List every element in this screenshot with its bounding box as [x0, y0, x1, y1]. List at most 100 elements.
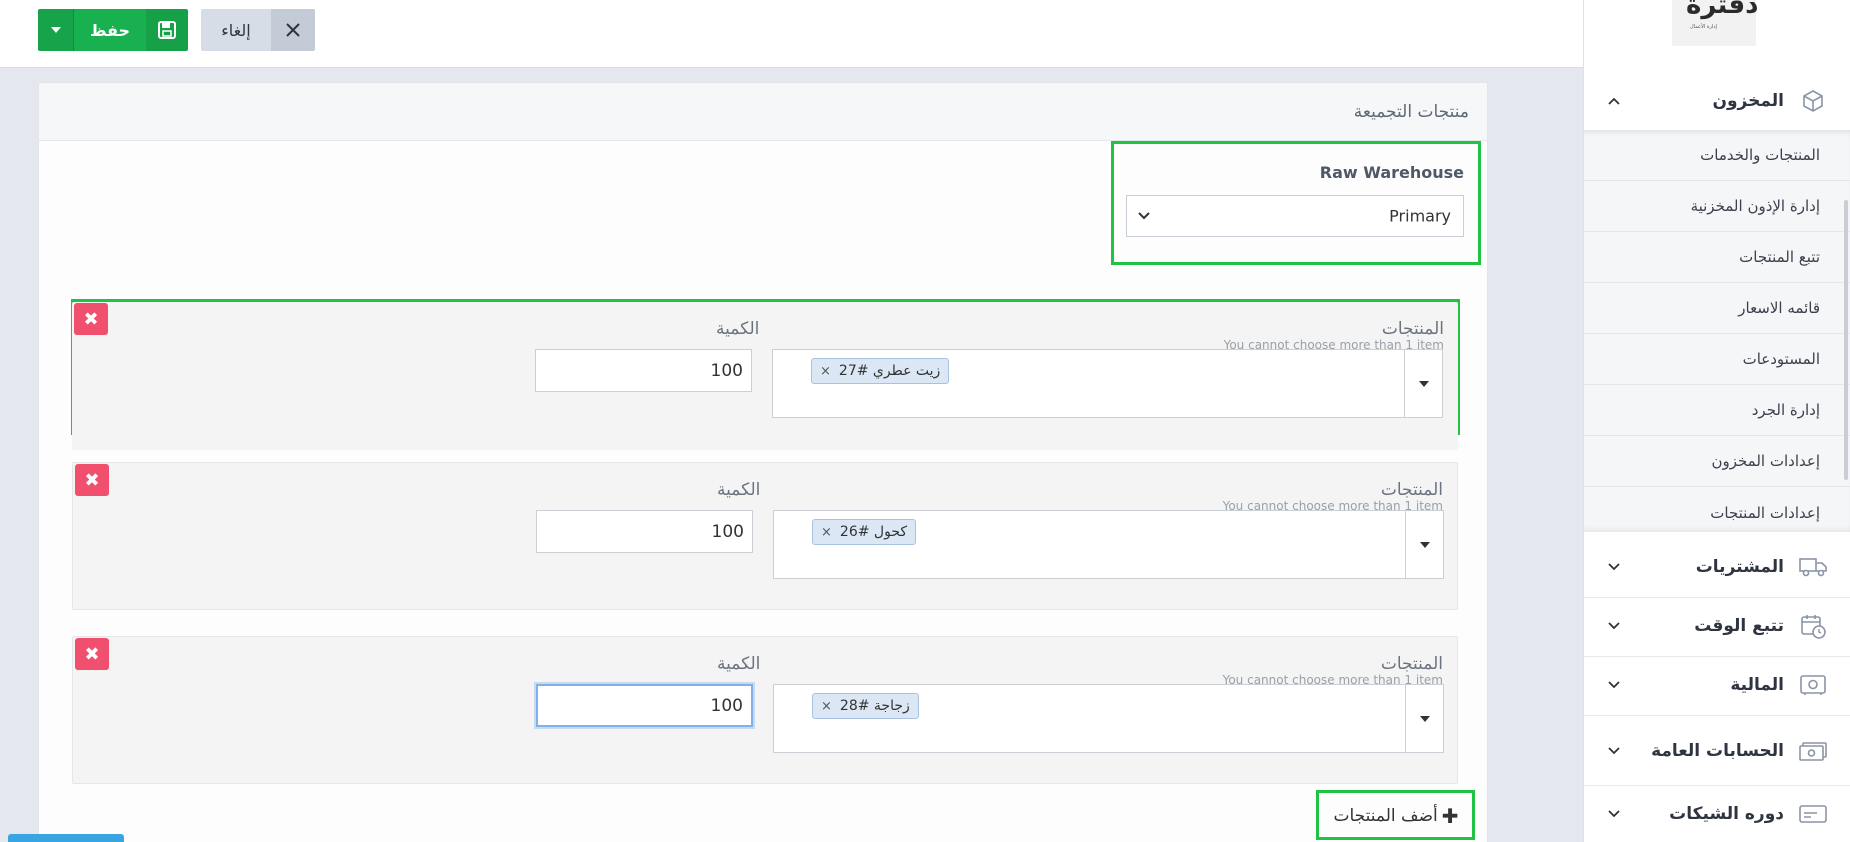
product-select[interactable]: كحول #26 ×	[773, 510, 1444, 579]
sidebar-scrollbar[interactable]	[1844, 200, 1848, 480]
remove-row-button[interactable]: ✖	[75, 464, 109, 496]
remove-row-button[interactable]: ✖	[75, 638, 109, 670]
close-icon: ✖	[83, 308, 99, 330]
cancel-icon-button[interactable]	[271, 9, 315, 51]
save-options-dropdown[interactable]	[38, 9, 74, 51]
save-icon-button[interactable]	[146, 9, 188, 51]
products-label: المنتجات	[1380, 654, 1443, 674]
card-header: منتجات التجميعة	[39, 83, 1487, 141]
sidebar-subitem[interactable]: قائمه الاسعار	[1584, 283, 1850, 334]
product-select-toggle[interactable]	[1405, 511, 1443, 578]
sidebar-subitem[interactable]: إعدادات المنتجات	[1584, 487, 1850, 538]
warehouse-select[interactable]: Primary	[1126, 195, 1464, 237]
chevron-down-icon	[1137, 209, 1151, 223]
money-icon	[1798, 736, 1828, 766]
caret-down-icon	[1419, 715, 1430, 722]
chevron-down-icon	[1607, 560, 1621, 574]
sidebar-item-inventory[interactable]: المخزون	[1584, 72, 1850, 130]
product-select-toggle[interactable]	[1405, 685, 1443, 752]
remove-chip-icon[interactable]: ×	[820, 364, 831, 379]
chevron-down-icon	[1607, 619, 1621, 633]
bottom-tab[interactable]	[8, 834, 124, 842]
remove-chip-icon[interactable]: ×	[821, 699, 832, 714]
cancel-button[interactable]: إلغاء	[201, 9, 271, 51]
cancel-button-group: إلغاء	[201, 9, 315, 51]
logo-tagline: إدارة الأعمال	[1690, 24, 1717, 30]
sidebar-subitem-label: قائمه الاسعار	[1738, 299, 1820, 317]
logo: دفترة إدارة الأعمال	[1672, 0, 1759, 46]
product-select[interactable]: زيت عطري #27 ×	[772, 349, 1443, 418]
sidebar-item-label: الحسابات العامة	[1651, 741, 1784, 761]
chevron-up-icon	[1607, 94, 1621, 108]
qty-label: الكمية	[717, 480, 761, 500]
close-icon: ✖	[84, 643, 100, 665]
remove-chip-icon[interactable]: ×	[821, 525, 832, 540]
sidebar-subitem-label: إعدادات المنتجات	[1710, 503, 1820, 522]
warehouse-label: Raw Warehouse	[1319, 163, 1464, 182]
sidebar-item-label: المخزون	[1712, 91, 1784, 111]
products-label: المنتجات	[1380, 480, 1443, 500]
logo-text: دفترة	[1686, 0, 1759, 20]
sidebar-item-label: المشتريات	[1695, 557, 1784, 577]
sidebar-subitem[interactable]: تتبع المنتجات	[1584, 232, 1850, 283]
plus-icon: ✚	[1441, 804, 1459, 828]
product-select[interactable]: زجاجة #28 ×	[773, 684, 1444, 753]
inventory-submenu: المنتجات والخدمات إدارة الإذون المخزنية …	[1584, 130, 1850, 532]
sidebar-item-label: دوره الشيكات	[1669, 804, 1784, 824]
qty-input[interactable]	[535, 349, 752, 392]
sidebar-item-purchases[interactable]: المشتريات	[1584, 538, 1850, 596]
selected-product-chip: كحول #26 ×	[812, 519, 917, 545]
chevron-down-icon	[1607, 744, 1621, 758]
sidebar-item-label: المالية	[1730, 675, 1784, 695]
sidebar-subitem-label: إعدادات المخزون	[1711, 452, 1820, 470]
sidebar-subitem-label: إدارة الإذون المخزنية	[1690, 197, 1820, 215]
remove-row-button[interactable]: ✖	[74, 303, 108, 335]
card-title: منتجات التجميعة	[1353, 101, 1469, 122]
sidebar-subitem[interactable]: المنتجات والخدمات	[1584, 130, 1850, 181]
sidebar-subitem[interactable]: إعدادات المخزون	[1584, 436, 1850, 487]
caret-down-icon	[1418, 380, 1429, 387]
product-row: ✖ المنتجات You cannot choose more than 1…	[72, 636, 1458, 784]
sidebar-item-general-accounts[interactable]: الحسابات العامة	[1584, 722, 1850, 780]
save-button[interactable]: حفظ	[74, 9, 146, 51]
chip-label: كحول #26	[839, 524, 908, 540]
qty-input[interactable]	[536, 510, 753, 553]
sidebar-item-time-tracking[interactable]: تتبع الوقت	[1584, 597, 1850, 655]
save-button-group: حفظ	[38, 9, 188, 51]
qty-input[interactable]	[536, 684, 753, 727]
sidebar-subitem-label: المنتجات والخدمات	[1700, 146, 1820, 164]
chip-label: زجاجة #28	[839, 698, 910, 714]
sidebar-subitem-label: تتبع المنتجات	[1739, 248, 1820, 266]
safe-icon	[1798, 670, 1828, 700]
close-icon: ✖	[84, 469, 100, 491]
sidebar-subitem-label: المستودعات	[1742, 350, 1820, 368]
qty-label: الكمية	[717, 654, 761, 674]
check-card-icon	[1798, 799, 1828, 829]
calendar-clock-icon	[1798, 611, 1828, 641]
chip-label: زيت عطري #27	[838, 363, 941, 379]
sidebar-subitem-label: إدارة الجرد	[1751, 401, 1820, 419]
sidebar-item-cheque-cycle[interactable]: دوره الشيكات	[1584, 785, 1850, 842]
product-select-toggle[interactable]	[1404, 350, 1442, 417]
add-products-button[interactable]: أضف المنتجات ✚	[1322, 795, 1470, 837]
selected-product-chip: زيت عطري #27 ×	[811, 358, 950, 384]
sidebar-subitem[interactable]: إدارة الجرد	[1584, 385, 1850, 436]
top-toolbar: حفظ إلغاء	[0, 0, 1583, 68]
close-icon	[286, 23, 300, 37]
product-row: ✖ المنتجات You cannot choose more than 1…	[72, 302, 1458, 450]
sidebar-item-finance[interactable]: المالية	[1584, 656, 1850, 714]
sidebar-item-label: تتبع الوقت	[1694, 616, 1784, 636]
qty-label: الكمية	[716, 319, 760, 339]
floppy-disk-icon	[158, 21, 176, 39]
products-label: المنتجات	[1381, 319, 1444, 339]
assembly-products-card: منتجات التجميعة Raw Warehouse Primary ✖ …	[38, 82, 1488, 842]
warehouse-selected-value: Primary	[1389, 206, 1451, 226]
product-row: ✖ المنتجات You cannot choose more than 1…	[72, 462, 1458, 610]
selected-product-chip: زجاجة #28 ×	[812, 693, 919, 719]
sidebar-subitem[interactable]: المستودعات	[1584, 334, 1850, 385]
add-products-label: أضف المنتجات	[1333, 806, 1438, 826]
sidebar-subitem[interactable]: إدارة الإذون المخزنية	[1584, 181, 1850, 232]
caret-down-icon	[50, 27, 61, 33]
sidebar: دفترة إدارة الأعمال المخزون المنتجات وال…	[1583, 0, 1850, 842]
chevron-down-icon	[1607, 807, 1621, 821]
